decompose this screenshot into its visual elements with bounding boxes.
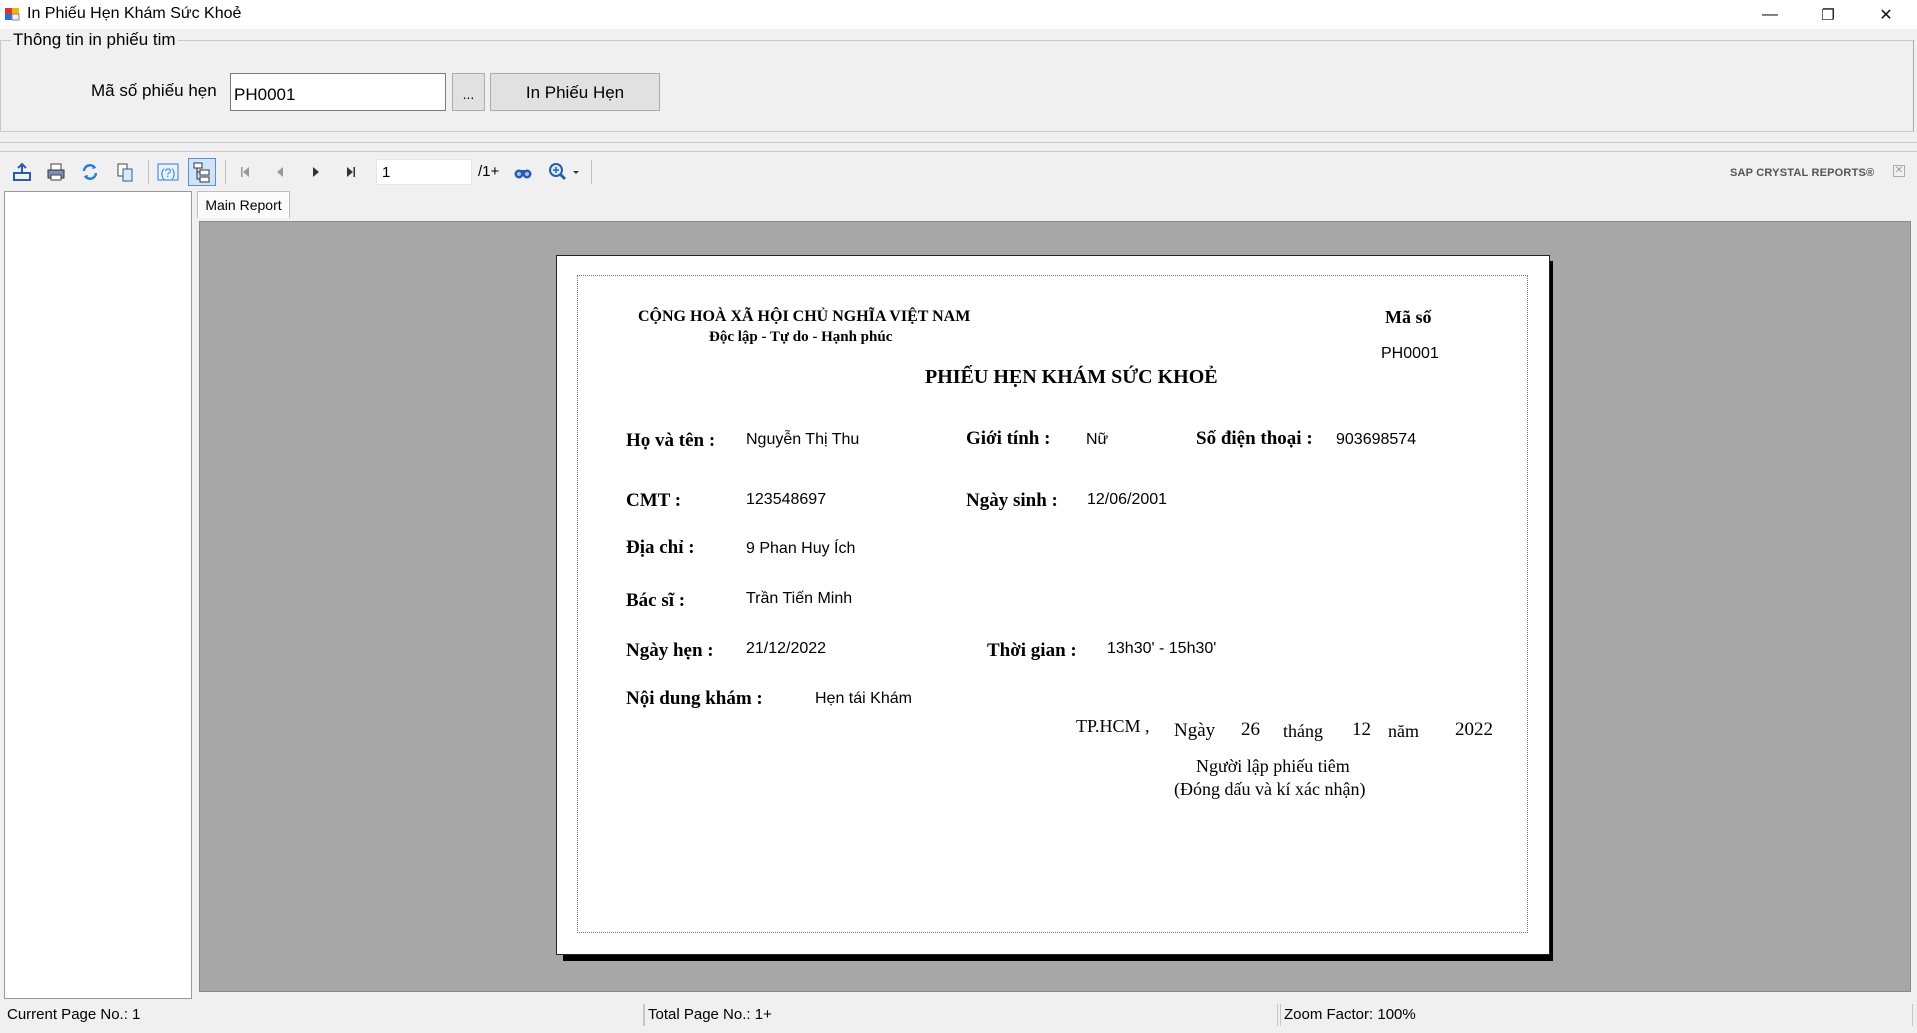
page-total: /1+ [478, 163, 500, 180]
report-maso-value: PH0001 [1381, 345, 1439, 362]
minimize-button[interactable]: — [1742, 0, 1798, 29]
status-total-pages: Total Page No.: 1+ [644, 1004, 1278, 1026]
browse-button[interactable]: ... [452, 73, 485, 111]
sap-crystal-brand: SAP CRYSTAL REPORTS® [1730, 167, 1875, 179]
ngay-word: Ngày [1174, 720, 1216, 741]
refresh-icon[interactable] [76, 158, 104, 186]
nation-heading: CỘNG HOÀ XÃ HỘI CHỦ NGHĨA VIỆT NAM [638, 308, 971, 325]
svg-text:(?): (?) [161, 166, 176, 180]
toolbar-separator [225, 160, 226, 184]
signer-note: (Đóng dấu và kí xác nhận) [1174, 779, 1366, 799]
sdt-label: Số điện thoại : [1196, 428, 1313, 449]
diachi-value: 9 Phan Huy Ích [746, 540, 856, 557]
thang-word: tháng [1283, 721, 1323, 741]
separator [0, 142, 1917, 152]
ngaysinh-label: Ngày sinh : [966, 490, 1058, 511]
sdt-value: 903698574 [1336, 431, 1417, 448]
motto: Độc lập - Tự do - Hạnh phúc [709, 329, 893, 345]
gioitinh-value: Nữ [1086, 431, 1109, 448]
find-icon[interactable] [509, 158, 537, 186]
noidung-label: Nội dung khám : [626, 688, 763, 709]
group-tree-panel[interactable] [4, 191, 192, 999]
groupbox-title: Thông tin in phiếu tim [11, 30, 178, 50]
print-appointment-button[interactable]: In Phiếu Hẹn [490, 73, 660, 111]
close-panel-icon[interactable]: ✕ [1893, 165, 1905, 177]
first-page-icon[interactable] [231, 158, 259, 186]
nam-word: năm [1388, 721, 1419, 741]
report-maso-label: Mã số [1385, 307, 1432, 327]
close-button[interactable]: ✕ [1858, 0, 1914, 29]
report-title: PHIẾU HẸN KHÁM SỨC KHOẺ [925, 366, 1218, 388]
ngayhen-label: Ngày hẹn : [626, 640, 714, 661]
maso-input[interactable] [230, 73, 446, 111]
signer-title: Người lập phiếu tiêm [1196, 756, 1350, 776]
noidung-value: Hẹn tái Khám [815, 690, 912, 707]
hoten-value: Nguyễn Thị Thu [746, 431, 860, 448]
ngay-value: 26 [1241, 719, 1260, 740]
thoigian-label: Thời gian : [987, 640, 1077, 661]
place-text: TP.HCM , [1076, 716, 1150, 736]
last-page-icon[interactable] [337, 158, 365, 186]
export-icon[interactable] [8, 158, 36, 186]
window-title: In Phiếu Hẹn Khám Sức Khoẻ [27, 5, 242, 22]
cmt-label: CMT : [626, 490, 682, 511]
app-icon [4, 6, 20, 22]
next-page-icon[interactable] [302, 158, 330, 186]
copy-icon[interactable] [111, 158, 139, 186]
prev-page-icon[interactable] [266, 158, 294, 186]
hoten-label: Họ và tên : [626, 430, 716, 451]
ngayhen-value: 21/12/2022 [746, 640, 827, 657]
status-current-page: Current Page No.: 1 [4, 1004, 644, 1026]
nam-value: 2022 [1455, 719, 1493, 740]
bacsi-label: Bác sĩ : [626, 590, 686, 611]
help-icon[interactable]: (?) [154, 158, 182, 186]
print-icon[interactable] [42, 158, 70, 186]
gioitinh-label: Giới tính : [966, 428, 1051, 449]
title-bar [0, 0, 1917, 29]
group-tree-icon[interactable] [188, 158, 216, 186]
thoigian-value: 13h30' - 15h30' [1107, 640, 1217, 657]
cmt-value: 123548697 [746, 491, 827, 508]
toolbar-separator [148, 160, 149, 184]
restore-button[interactable]: ❐ [1800, 0, 1856, 29]
maso-label: Mã số phiếu hẹn [91, 81, 217, 100]
tab-main-report[interactable]: Main Report [197, 191, 290, 218]
ngaysinh-value: 12/06/2001 [1087, 491, 1168, 508]
toolbar-separator [591, 160, 592, 184]
page-number-input[interactable] [376, 159, 472, 185]
zoom-icon[interactable] [544, 158, 584, 186]
bacsi-value: Trần Tiến Minh [746, 590, 853, 607]
status-zoom-factor: Zoom Factor: 100% [1280, 1004, 1913, 1026]
diachi-label: Địa chỉ : [626, 537, 695, 558]
thang-value: 12 [1352, 719, 1371, 740]
